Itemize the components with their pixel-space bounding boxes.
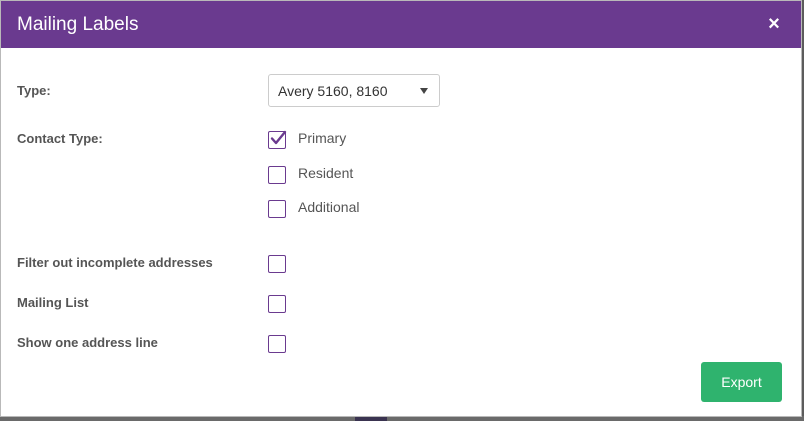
checkbox-label-primary: Primary [298,130,347,146]
checkbox-label-additional: Additional [298,199,360,215]
type-select-value: Avery 5160, 8160 [278,82,388,99]
filter-incomplete-label: Filter out incomplete addresses [17,255,213,270]
checkbox-primary[interactable] [268,130,287,149]
caret-down-icon [420,88,428,94]
export-button[interactable]: Export [701,362,782,402]
checkbox-resident[interactable] [268,166,286,184]
checkbox-additional[interactable] [268,200,286,218]
mailing-list-label: Mailing List [17,295,89,310]
type-label: Type: [17,83,51,98]
checkmark-icon [270,130,287,145]
checkbox-mailing-list[interactable] [268,295,286,313]
close-icon: × [768,12,780,35]
close-button[interactable]: × [763,13,785,35]
modal-header: Mailing Labels × [1,1,801,48]
contact-type-label: Contact Type: [17,131,103,146]
checkbox-one-address-line[interactable] [268,335,286,353]
modal-title: Mailing Labels [17,14,139,35]
one-address-line-label: Show one address line [17,335,158,350]
checkbox-filter-incomplete[interactable] [268,255,286,273]
checkbox-label-resident: Resident [298,165,354,181]
mailing-labels-modal: Mailing Labels × Type: Avery 5160, 8160 … [0,0,802,417]
type-select[interactable]: Avery 5160, 8160 [268,74,440,107]
